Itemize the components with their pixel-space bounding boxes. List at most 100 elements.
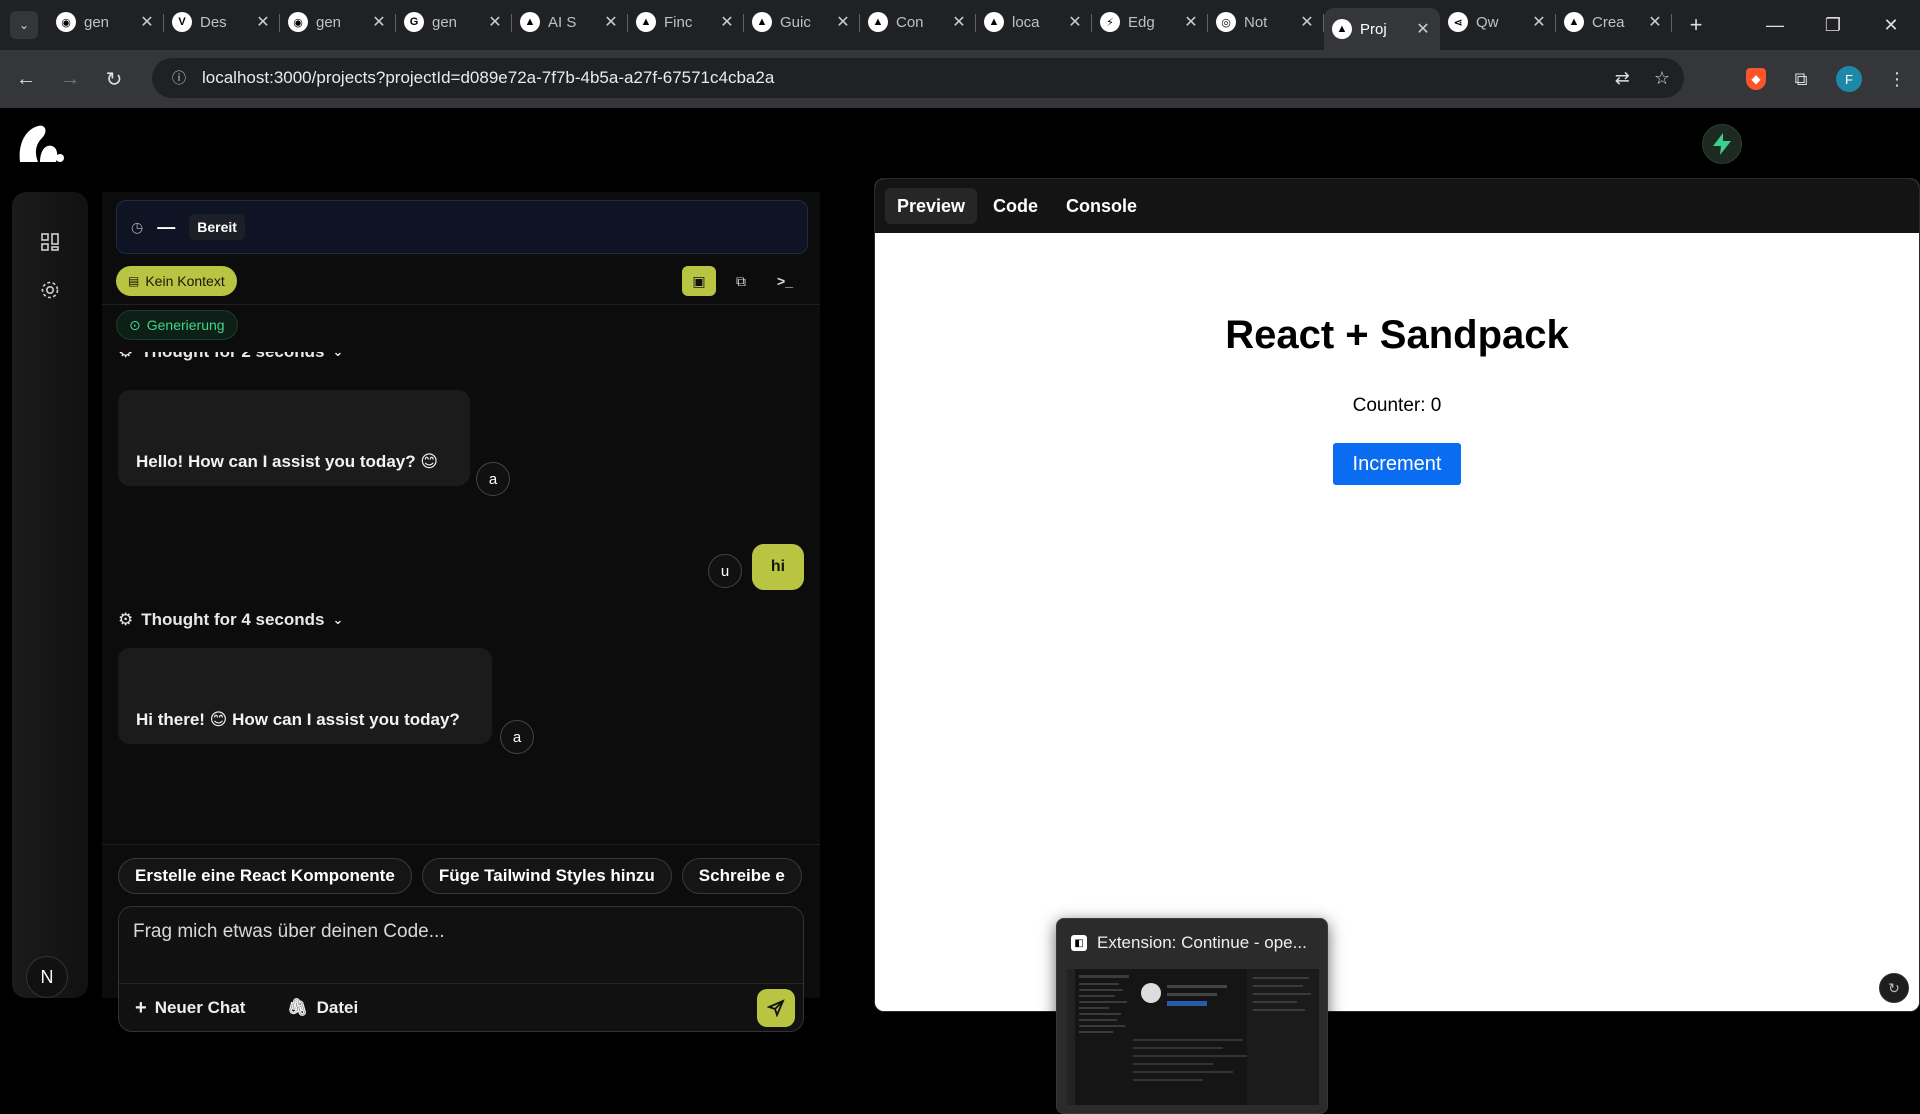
close-tab-icon[interactable]: ✕ bbox=[1530, 12, 1548, 32]
tab-preview[interactable]: Preview bbox=[885, 188, 978, 224]
tab-list: ◉ gen ✕ V Des ✕ ◉ gen ✕ Ggen ✕ ▲ AI S ✕ ▲ Finc ✕ ▲ Guic ✕ ▲ C… bbox=[48, 0, 1672, 50]
file-code-toggle[interactable]: ▣ bbox=[682, 266, 716, 296]
browser-tab-title: Crea bbox=[1592, 13, 1625, 31]
new-tab-button[interactable]: + bbox=[1682, 12, 1710, 38]
user-badge[interactable]: N bbox=[26, 956, 68, 998]
extensions-puzzle-icon[interactable]: ⧉ bbox=[1788, 66, 1814, 92]
chat-input[interactable]: Frag mich etwas über deinen Code... bbox=[133, 921, 445, 943]
triangle-icon: ▲ bbox=[520, 12, 540, 32]
generation-badge[interactable]: ⊙ Generierung bbox=[116, 310, 238, 340]
close-tab-icon[interactable]: ✕ bbox=[1298, 12, 1316, 32]
brave-shield-icon[interactable]: ◆ bbox=[1746, 68, 1766, 90]
assistant-message-text-1: Hello! How can I assist you today? 😊 bbox=[136, 452, 439, 471]
close-tab-icon[interactable]: ✕ bbox=[602, 12, 620, 32]
forward-button[interactable]: → bbox=[52, 61, 88, 97]
send-button[interactable] bbox=[757, 989, 795, 1027]
toolbar-extensions: ◆ ⧉ F ⋮ bbox=[1746, 50, 1910, 108]
attach-file-button[interactable]: 🖇 Datei bbox=[287, 993, 358, 1023]
browser-tab-title: Finc bbox=[664, 13, 693, 31]
tab-separator bbox=[1671, 14, 1672, 32]
browser-tab[interactable]: ◉ gen ✕ bbox=[280, 4, 396, 40]
close-tab-icon[interactable]: ✕ bbox=[1646, 12, 1664, 32]
browser-menu-icon[interactable]: ⋮ bbox=[1884, 66, 1910, 92]
browser-tab[interactable]: ⚡ Edg ✕ bbox=[1092, 4, 1208, 40]
browser-tab-title: Des bbox=[200, 13, 227, 31]
new-chat-label: Neuer Chat bbox=[154, 998, 246, 1017]
assistant-avatar: a bbox=[476, 462, 510, 496]
thought-toggle-2[interactable]: ⚙ Thought for 4 seconds ⌄ bbox=[118, 610, 343, 630]
browser-tab-title: Not bbox=[1244, 13, 1268, 31]
app-logo-icon[interactable] bbox=[16, 122, 64, 168]
dashboard-grid-icon[interactable] bbox=[38, 230, 62, 254]
plus-icon: + bbox=[135, 996, 147, 1019]
status-badge: Bereit bbox=[189, 214, 245, 240]
window-controls: — ❐ ✕ bbox=[1746, 0, 1920, 50]
tab-search-button[interactable]: ⌄ bbox=[10, 11, 38, 39]
message-list: ⚙ Thought for 2 seconds ⌄ Hello! How can… bbox=[102, 352, 820, 840]
browser-tab[interactable]: ▲ Guic ✕ bbox=[744, 4, 860, 40]
new-chat-button[interactable]: + Neuer Chat bbox=[135, 993, 245, 1023]
tab-code[interactable]: Code bbox=[981, 188, 1050, 224]
terminal-button[interactable]: >_ bbox=[768, 266, 802, 296]
address-bar[interactable]: ⓘ localhost:3000/projects?projectId=d089… bbox=[152, 58, 1684, 98]
github-icon: ◉ bbox=[56, 12, 76, 32]
close-tab-icon[interactable]: ✕ bbox=[950, 12, 968, 32]
translate-icon[interactable]: ⇄ bbox=[1615, 68, 1630, 89]
browser-tab[interactable]: ▲ AI S ✕ bbox=[512, 4, 628, 40]
site-info-icon[interactable]: ⓘ bbox=[162, 68, 196, 88]
suggestion-chip-write[interactable]: Schreibe e bbox=[681, 858, 802, 894]
close-tab-icon[interactable]: ✕ bbox=[1066, 12, 1084, 32]
suggestion-chip-tailwind[interactable]: Füge Tailwind Styles hinzu bbox=[421, 858, 672, 894]
close-tab-icon[interactable]: ✕ bbox=[1182, 12, 1200, 32]
browser-tab[interactable]: ▲ Crea ✕ bbox=[1556, 4, 1672, 40]
minimize-button[interactable]: — bbox=[1746, 0, 1804, 50]
assistant-message-1: Hello! How can I assist you today? 😊 bbox=[118, 390, 470, 486]
browser-tab[interactable]: ◉ gen ✕ bbox=[48, 4, 164, 40]
profile-avatar[interactable]: F bbox=[1836, 66, 1862, 92]
close-tab-icon[interactable]: ✕ bbox=[370, 12, 388, 32]
increment-button[interactable]: Increment bbox=[1333, 443, 1461, 485]
back-button[interactable]: ← bbox=[8, 61, 44, 97]
suggestion-chip-react[interactable]: Erstelle eine React Komponente bbox=[118, 858, 412, 894]
close-tab-icon[interactable]: ✕ bbox=[254, 12, 272, 32]
tab-console[interactable]: Console bbox=[1054, 188, 1149, 224]
browser-tab-strip: ⌄ ◉ gen ✕ V Des ✕ ◉ gen ✕ Ggen ✕ ▲ AI S ✕ ▲ Finc ✕ ▲ Guic ✕… bbox=[0, 0, 1920, 50]
thought-toggle-1[interactable]: ⚙ Thought for 2 seconds ⌄ bbox=[118, 352, 343, 362]
context-button[interactable]: ▤ Kein Kontext bbox=[116, 266, 237, 296]
close-tab-icon[interactable]: ✕ bbox=[718, 12, 736, 32]
browser-tab[interactable]: Ggen ✕ bbox=[396, 4, 512, 40]
close-window-button[interactable]: ✕ bbox=[1862, 0, 1920, 50]
clock-icon: ◷ bbox=[131, 218, 144, 235]
browser-tab[interactable]: ▲ loca ✕ bbox=[976, 4, 1092, 40]
settings-gear-icon[interactable] bbox=[38, 278, 62, 302]
browser-tab-title: gen bbox=[84, 13, 110, 31]
bookmark-star-icon[interactable]: ☆ bbox=[1654, 68, 1670, 89]
restore-button[interactable]: ❐ bbox=[1804, 0, 1862, 50]
paperclip-icon: 🖇 bbox=[287, 998, 309, 1017]
copy-button[interactable]: ⧉ bbox=[724, 266, 758, 296]
browser-tab-title: AI S bbox=[548, 13, 577, 31]
browser-tab[interactable]: ▲ Con ✕ bbox=[860, 4, 976, 40]
refresh-preview-button[interactable]: ↻ bbox=[1879, 973, 1909, 1003]
browser-tab[interactable]: ▲ Finc ✕ bbox=[628, 4, 744, 40]
close-tab-icon[interactable]: ✕ bbox=[834, 12, 852, 32]
close-tab-icon[interactable]: ✕ bbox=[1414, 19, 1432, 39]
github-icon: ◉ bbox=[288, 12, 308, 32]
url-text[interactable]: localhost:3000/projects?projectId=d089e7… bbox=[202, 68, 774, 88]
chevron-down-icon: ⌄ bbox=[18, 18, 30, 32]
browser-tab[interactable]: ◎ Not ✕ bbox=[1208, 4, 1324, 40]
window-thumbnail[interactable]: ◧ Extension: Continue - ope... bbox=[1056, 918, 1328, 1114]
copy-icon: ⧉ bbox=[736, 272, 746, 289]
supabase-bolt-icon[interactable] bbox=[1702, 124, 1742, 164]
assistant-message-text-2: Hi there! 😊 How can I assist you today? bbox=[136, 710, 460, 729]
preview-tabs: Preview Code Console bbox=[875, 179, 1919, 233]
close-tab-icon[interactable]: ✕ bbox=[486, 12, 504, 32]
browser-tab[interactable]: ⋖ Qw ✕ bbox=[1440, 4, 1556, 40]
chevron-down-icon: ⌄ bbox=[332, 612, 344, 627]
close-tab-icon[interactable]: ✕ bbox=[138, 12, 156, 32]
browser-tab-title: Con bbox=[896, 13, 924, 31]
browser-tab[interactable]: ▲ Proj ✕ bbox=[1324, 8, 1440, 50]
browser-tab[interactable]: V Des ✕ bbox=[164, 4, 280, 40]
reload-button[interactable]: ↻ bbox=[96, 61, 132, 97]
thought-label-1: Thought for 2 seconds bbox=[141, 352, 324, 362]
